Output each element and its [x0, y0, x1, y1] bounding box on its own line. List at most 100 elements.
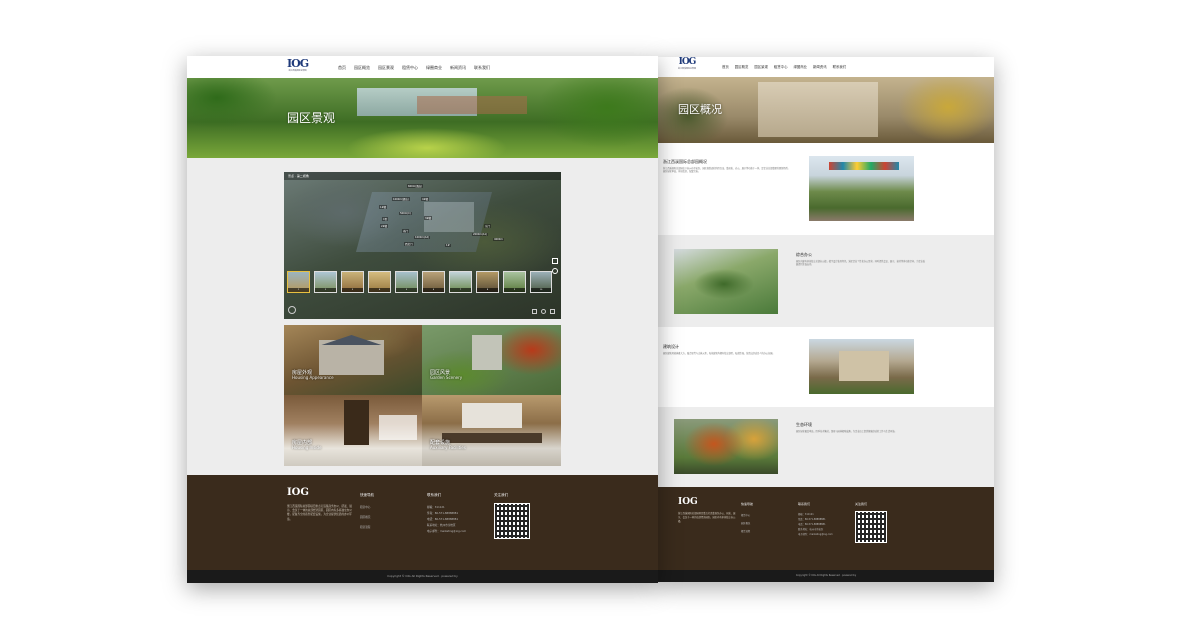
footer-link[interactable]: 租赁中心: [360, 505, 370, 509]
tour-header: 景点 · 第二视角: [288, 174, 309, 178]
site-footer: IOG 浙江西溪国际总部园项目重点打造集商务办公、研发、展示、会议于一体的总部经…: [658, 487, 994, 582]
tour-pin[interactable]: 500m(C): [399, 212, 412, 215]
mockup-stage: IOG 浙江西溪国际总部园 首页 园区概览 园区景观 租赁中心 绿圈商业 新闻资…: [0, 0, 1200, 640]
site-logo[interactable]: IOG 浙江西溪国际总部园: [287, 57, 309, 72]
footer-link[interactable]: 租赁流程: [360, 525, 370, 529]
nav-item-news[interactable]: 新闻资讯: [450, 65, 466, 71]
section-text: 园区绿化覆盖率高，四季花木繁茂，湖景与园林相映成趣，为企业员工提供健康舒适的工作…: [796, 430, 897, 433]
logo-subtitle: 浙江西溪国际总部园: [288, 70, 307, 72]
section-architecture: 建筑设计 园区建筑风格典雅大方，融合现代与古典元素，每栋建筑均拥有独立庭院，私密…: [658, 327, 994, 407]
tour-pin[interactable]: 4000m: [493, 238, 504, 241]
section-text: 园区建筑风格典雅大方，融合现代与古典元素，每栋建筑均拥有独立庭院，私密性强，营造…: [663, 352, 775, 355]
site-footer: IOG 浙江西溪国际总部园项目重点打造集商务办公、研发、展示、会议于一体的总部经…: [187, 475, 658, 583]
footer-contact-line: 邮编：311121: [798, 513, 814, 516]
logo-subtitle: 浙江西溪国际总部园: [678, 68, 697, 70]
gyro-icon[interactable]: [552, 268, 558, 274]
fullscreen-icon[interactable]: [552, 258, 558, 264]
footer-col-title: 联系我们: [798, 502, 811, 506]
section-office: 综合办公 园区内建有多栋独立总部办公楼，楼宇设计独具特色，满足企业个性化办公需求…: [658, 235, 994, 327]
footer-col-title: 快速导航: [741, 502, 754, 506]
copyright-bar: Copyright © IOG All Rights Reserved · po…: [187, 570, 658, 583]
tour-thumbnail[interactable]: 2: [314, 271, 337, 293]
tile-caption: 房屋外观 Housing Appearance: [292, 370, 334, 380]
section-title: 综合办公: [796, 252, 812, 257]
tour-pin[interactable]: 南门: [402, 229, 410, 233]
tile-auxiliary-facilities[interactable]: 配套设施 Auxiliary Facilities: [422, 395, 561, 466]
tour-thumbnail[interactable]: 9: [503, 271, 526, 293]
section-overview: 浙江西溪国际总部园概况 浙江西溪国际总部园位于杭州市余杭区，园区规划面积约四百亩…: [658, 143, 994, 235]
nav-item-leasing[interactable]: 租赁中心: [402, 65, 418, 71]
tile-housing-inside[interactable]: 房屋内部 Housing Inside: [284, 395, 422, 466]
like-icon[interactable]: [541, 309, 546, 314]
tile-housing-appearance[interactable]: 房屋外观 Housing Appearance: [284, 325, 422, 395]
tour-pin[interactable]: 东门: [484, 224, 492, 228]
tour-pin[interactable]: 2000m(A1): [472, 233, 489, 236]
nav-item-commerce[interactable]: 绿圈商业: [426, 65, 442, 71]
tour-pin[interactable]: 1#楼: [379, 205, 388, 209]
nav-item-landscape[interactable]: 园区景观: [754, 64, 768, 69]
logo-mark: IOG: [287, 57, 309, 70]
footer-contact-line: 电话：86-571-88888881: [427, 518, 459, 521]
tour-thumbnail[interactable]: 8: [476, 271, 499, 293]
tour-pin[interactable]: 1#: [445, 244, 451, 247]
footer-logo: IOG: [287, 487, 309, 498]
door-illustration: [344, 400, 369, 445]
tour-pin[interactable]: 2#楼: [380, 224, 389, 228]
footer-col-title: 关注我们: [855, 502, 868, 506]
nav-item-overview[interactable]: 园区概览: [735, 64, 749, 69]
tour-thumbnail[interactable]: 7: [449, 271, 472, 293]
share-icon[interactable]: [532, 309, 537, 314]
nav-item-home[interactable]: 首页: [722, 64, 729, 69]
copyright-text: Copyright © IOG All Rights Reserved · po…: [795, 574, 857, 577]
nav-item-landscape[interactable]: 园区景观: [378, 65, 394, 71]
tour-thumbnail[interactable]: 10: [530, 271, 552, 293]
tour-pin[interactable]: 1000m(A2): [414, 236, 431, 239]
tour-pin[interactable]: 1000m(酒店): [392, 197, 410, 201]
tour-thumbnail[interactable]: 4: [368, 271, 391, 293]
nav-item-contact[interactable]: 联系我们: [833, 64, 847, 69]
nav-item-contact[interactable]: 联系我们: [474, 65, 490, 71]
footer-link[interactable]: 租赁流程: [741, 529, 750, 533]
footer-contact-line[interactable]: 电子邮件：marketing@iog.com: [798, 532, 833, 536]
tour-pin[interactable]: 3#楼: [424, 216, 433, 220]
nav-item-commerce[interactable]: 绿圈商业: [793, 64, 807, 69]
footer-link[interactable]: 园区概况: [360, 515, 370, 519]
banner-title: 园区概况: [678, 103, 722, 116]
section-title: 浙江西溪国际总部园概况: [663, 159, 707, 164]
audio-icon[interactable]: [288, 306, 296, 314]
tour-pin[interactable]: 4#楼: [421, 197, 430, 201]
overview-banner: 园区概况: [658, 77, 994, 143]
screen-illustration: [462, 403, 522, 428]
site-logo[interactable]: IOG 浙江西溪国际总部园: [678, 58, 697, 71]
tour-pin[interactable]: C区: [382, 217, 389, 221]
tour-pin[interactable]: 600m(酒店): [407, 184, 424, 188]
qr-code: [855, 511, 887, 543]
nav-item-overview[interactable]: 园区概览: [354, 65, 370, 71]
footer-contact-line[interactable]: 电子邮件：marketing@iog.com: [427, 529, 466, 533]
comment-icon[interactable]: [550, 309, 555, 314]
footer-col-title: 关注我们: [494, 493, 508, 497]
architecture-photo: [809, 339, 914, 394]
tile-caption: 房屋内部 Housing Inside: [292, 440, 322, 450]
footer-col-title: 快速导航: [360, 493, 374, 497]
tour-thumbnail[interactable]: 5: [395, 271, 418, 293]
building-illustration: [472, 335, 502, 370]
aerial-panorama[interactable]: 景点 · 第二视角 600m(酒店) 1000m(酒店) 4#楼 1#楼 500…: [284, 172, 561, 319]
tour-topbar: 景点 · 第二视角: [284, 172, 561, 180]
nav-item-home[interactable]: 首页: [338, 65, 346, 71]
copyright-bar: Copyright © IOG All Rights Reserved · po…: [658, 570, 994, 582]
nav-item-leasing[interactable]: 租赁中心: [774, 64, 788, 69]
tour-thumbnail[interactable]: 3: [341, 271, 364, 293]
tour-controls: [532, 309, 555, 314]
tour-thumbnail[interactable]: 1: [287, 271, 310, 293]
tour-pin[interactable]: 西北门: [404, 242, 414, 246]
tile-garden-scenery[interactable]: 园区风景 Garden Scenery: [422, 325, 561, 395]
section-text: 浙江西溪国际总部园位于杭州市余杭区，园区规划面积约四百亩，集研发、办公、展示等功…: [663, 167, 790, 174]
overview-page: IOG 浙江西溪国际总部园 首页 园区概览 园区景观 租赁中心 绿圈商业 新闻资…: [658, 57, 994, 582]
flags-illustration: [829, 162, 899, 170]
overview-photo: [809, 156, 914, 221]
tour-thumbnail[interactable]: 6: [422, 271, 445, 293]
footer-link[interactable]: 租赁中心: [741, 513, 750, 517]
footer-link[interactable]: 园区概况: [741, 521, 750, 525]
nav-item-news[interactable]: 新闻资讯: [813, 64, 827, 69]
